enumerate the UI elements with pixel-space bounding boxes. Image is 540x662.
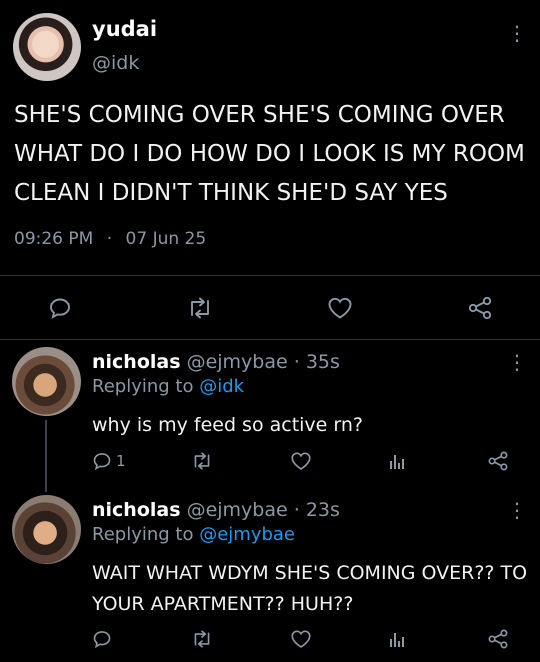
tweet-meta: 09:26 PM · 07 Jun 25 bbox=[14, 229, 206, 249]
tweet-time: 09:26 PM bbox=[14, 229, 94, 249]
reply-header: nicholas @ejmybae · 35s bbox=[92, 351, 340, 373]
replying-to-link[interactable]: @idk bbox=[199, 376, 244, 397]
reply-age: 35s bbox=[305, 351, 340, 373]
analytics-icon[interactable] bbox=[389, 629, 405, 649]
avatar[interactable] bbox=[12, 495, 81, 564]
reply-text: WAIT WHAT WDYM SHE'S COMING OVER?? TO YO… bbox=[92, 558, 527, 620]
reply-icon bbox=[93, 453, 111, 471]
retweet-icon[interactable] bbox=[187, 297, 213, 319]
reply-text-line: why is my feed so active rn? bbox=[92, 414, 364, 436]
dot-separator: · bbox=[293, 351, 300, 373]
handle[interactable]: @ejmybae bbox=[187, 351, 288, 373]
more-options-icon[interactable]: ⋮ bbox=[507, 23, 527, 43]
more-options-icon[interactable]: ⋮ bbox=[507, 352, 527, 372]
reply-icon[interactable] bbox=[92, 629, 112, 649]
tweet-text-line: CLEAN I DIDN'T THINK SHE'D SAY YES bbox=[14, 180, 448, 206]
display-name[interactable]: nicholas bbox=[92, 499, 181, 521]
replying-to-label: Replying to bbox=[92, 376, 200, 397]
tweet-text: SHE'S COMING OVER SHE'S COMING OVER WHAT… bbox=[14, 96, 534, 213]
display-name[interactable]: nicholas bbox=[92, 351, 181, 373]
reply-text-line: WAIT WHAT WDYM SHE'S COMING OVER?? TO bbox=[92, 562, 528, 584]
tweet-text-line: SHE'S COMING OVER SHE'S COMING OVER bbox=[14, 102, 505, 128]
avatar[interactable] bbox=[12, 347, 81, 416]
reply-icon[interactable] bbox=[48, 296, 72, 320]
more-options-icon[interactable]: ⋮ bbox=[507, 500, 527, 520]
divider bbox=[0, 275, 540, 276]
thread-connector bbox=[45, 420, 47, 492]
share-icon[interactable] bbox=[487, 628, 509, 650]
reply-header: nicholas @ejmybae · 23s bbox=[92, 499, 340, 521]
share-icon[interactable] bbox=[467, 295, 493, 321]
handle[interactable]: @idk bbox=[92, 52, 139, 74]
like-icon[interactable] bbox=[290, 629, 312, 649]
reply-age: 23s bbox=[305, 499, 340, 521]
share-icon[interactable] bbox=[487, 450, 509, 472]
analytics-icon[interactable] bbox=[389, 451, 405, 471]
replying-to-label: Replying to bbox=[92, 524, 200, 545]
meta-separator: · bbox=[106, 229, 113, 249]
reply-button[interactable]: 1 bbox=[92, 451, 126, 471]
retweet-icon[interactable] bbox=[191, 452, 213, 470]
dot-separator: · bbox=[293, 499, 300, 521]
like-icon[interactable] bbox=[290, 451, 312, 471]
divider bbox=[0, 339, 540, 340]
reply-count: 1 bbox=[116, 452, 126, 470]
retweet-icon[interactable] bbox=[191, 630, 213, 648]
reply-text-line: YOUR APARTMENT?? HUH?? bbox=[92, 593, 354, 615]
display-name[interactable]: yudai bbox=[92, 17, 157, 41]
tweet-date: 07 Jun 25 bbox=[125, 229, 207, 249]
avatar[interactable] bbox=[13, 13, 81, 81]
replying-to: Replying to @idk bbox=[92, 376, 244, 397]
replying-to: Replying to @ejmybae bbox=[92, 524, 295, 545]
reply-text: why is my feed so active rn? bbox=[92, 410, 363, 440]
replying-to-link[interactable]: @ejmybae bbox=[199, 524, 295, 545]
tweet-text-line: WHAT DO I DO HOW DO I LOOK IS MY ROOM bbox=[14, 141, 525, 167]
handle[interactable]: @ejmybae bbox=[187, 499, 288, 521]
like-icon[interactable] bbox=[327, 296, 353, 320]
